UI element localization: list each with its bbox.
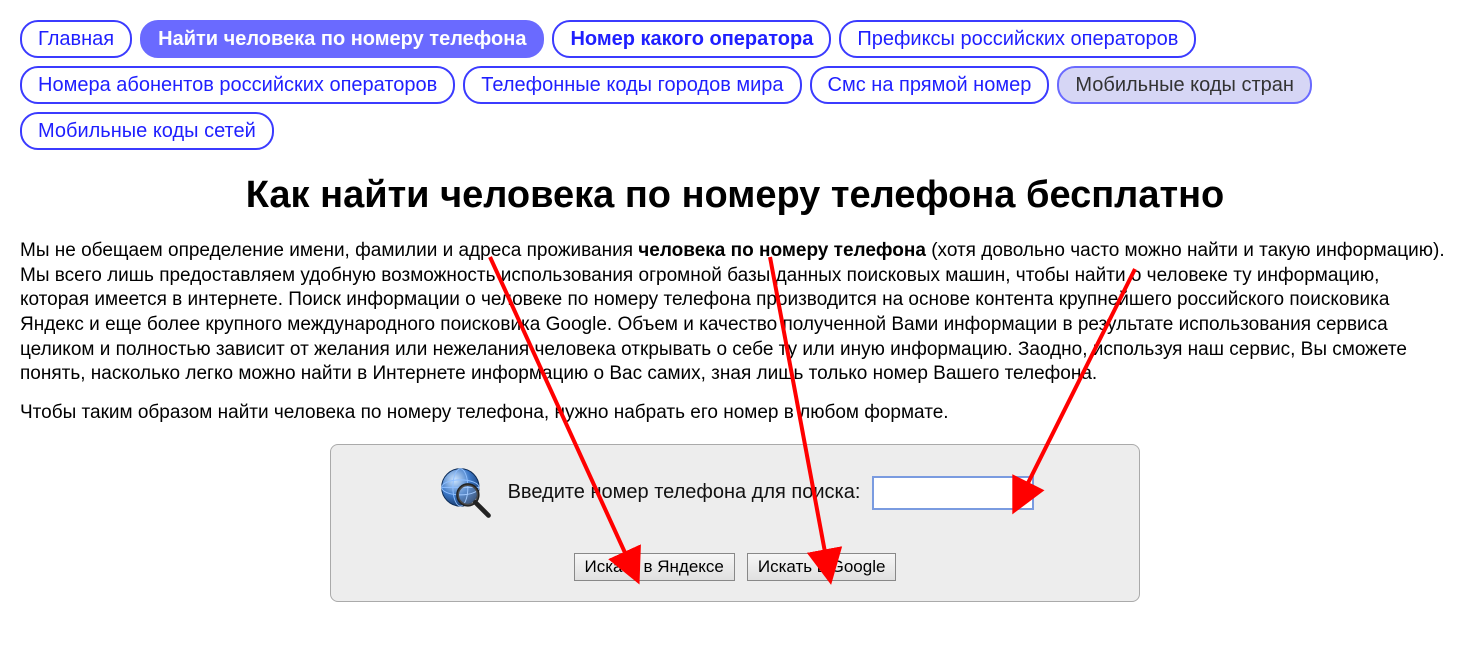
nav-item-country-mobile-codes[interactable]: Мобильные коды стран (1057, 66, 1312, 104)
globe-search-icon (436, 463, 496, 523)
search-row: Введите номер телефона для поиска: (351, 463, 1119, 523)
nav-item-subscriber-numbers[interactable]: Номера абонентов российских операторов (20, 66, 455, 104)
intro-text-bold: человека по номеру телефона (638, 240, 926, 261)
nav-item-home[interactable]: Главная (20, 20, 132, 58)
search-label: Введите номер телефона для поиска: (508, 481, 861, 504)
nav-item-network-mobile-codes[interactable]: Мобильные коды сетей (20, 112, 274, 150)
intro-paragraph-2: Чтобы таким образом найти человека по но… (20, 401, 1450, 426)
nav-item-city-codes[interactable]: Телефонные коды городов мира (463, 66, 801, 104)
search-panel: Введите номер телефона для поиска: Искат… (330, 444, 1140, 602)
search-google-button[interactable]: Искать в Google (747, 553, 897, 581)
top-nav: Главная Найти человека по номеру телефон… (20, 20, 1450, 150)
content: Мы не обещаем определение имени, фамилии… (20, 239, 1450, 602)
search-yandex-button[interactable]: Искать в Яндексе (574, 553, 735, 581)
nav-item-find-by-phone[interactable]: Найти человека по номеру телефона (140, 20, 544, 58)
nav-item-sms-direct[interactable]: Смс на прямой номер (810, 66, 1050, 104)
button-row: Искать в Яндексе Искать в Google (351, 553, 1119, 581)
intro-text-before: Мы не обещаем определение имени, фамилии… (20, 240, 638, 261)
intro-text-after: (хотя довольно часто можно найти и такую… (20, 240, 1445, 384)
phone-input[interactable] (872, 476, 1034, 510)
intro-paragraph-1: Мы не обещаем определение имени, фамилии… (20, 239, 1450, 387)
nav-item-operator-number[interactable]: Номер какого оператора (552, 20, 831, 58)
nav-item-ru-prefixes[interactable]: Префиксы российских операторов (839, 20, 1196, 58)
page-title: Как найти человека по номеру телефона бе… (20, 174, 1450, 217)
